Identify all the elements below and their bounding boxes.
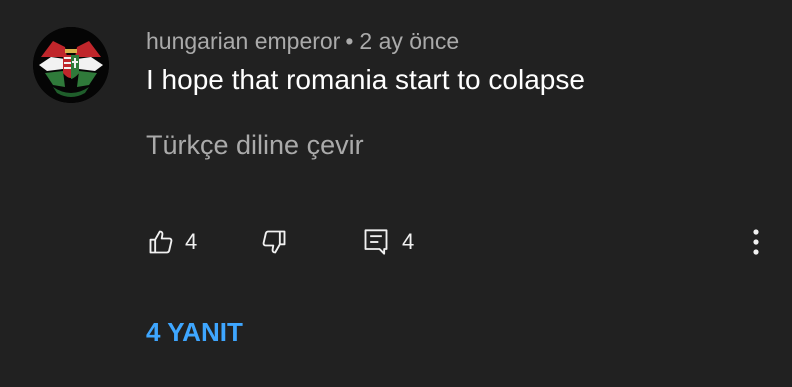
translate-link[interactable]: Türkçe diline çevir — [146, 129, 364, 161]
like-button[interactable]: 4 — [147, 224, 197, 260]
comment-card: hungarian emperor • 2 ay önce I hope that … — [0, 0, 792, 387]
comment-text: I hope that romania start to colapse — [146, 64, 585, 95]
comment-timestamp: 2 ay önce — [359, 28, 460, 54]
vertical-ellipsis-icon — [753, 229, 759, 255]
avatar[interactable] — [33, 27, 109, 103]
comment-reply-icon — [364, 229, 388, 255]
reply-count: 4 — [402, 229, 415, 254]
dislike-button[interactable] — [260, 224, 288, 260]
thumb-up-icon — [149, 230, 173, 254]
comment-actions-bar: 4 4 — [0, 224, 792, 260]
meta-separator: • — [345, 28, 354, 54]
author-name[interactable]: hungarian emperor — [146, 28, 340, 54]
view-replies-button[interactable]: 4 YANIT — [146, 316, 243, 348]
avatar-eagle-coat-of-arms-icon — [33, 27, 109, 103]
more-options-button[interactable] — [746, 224, 766, 260]
reply-button[interactable]: 4 — [363, 224, 414, 260]
comment-meta: hungarian emperor • 2 ay önce — [146, 27, 459, 55]
like-count: 4 — [185, 229, 198, 254]
thumb-down-icon — [262, 230, 286, 254]
